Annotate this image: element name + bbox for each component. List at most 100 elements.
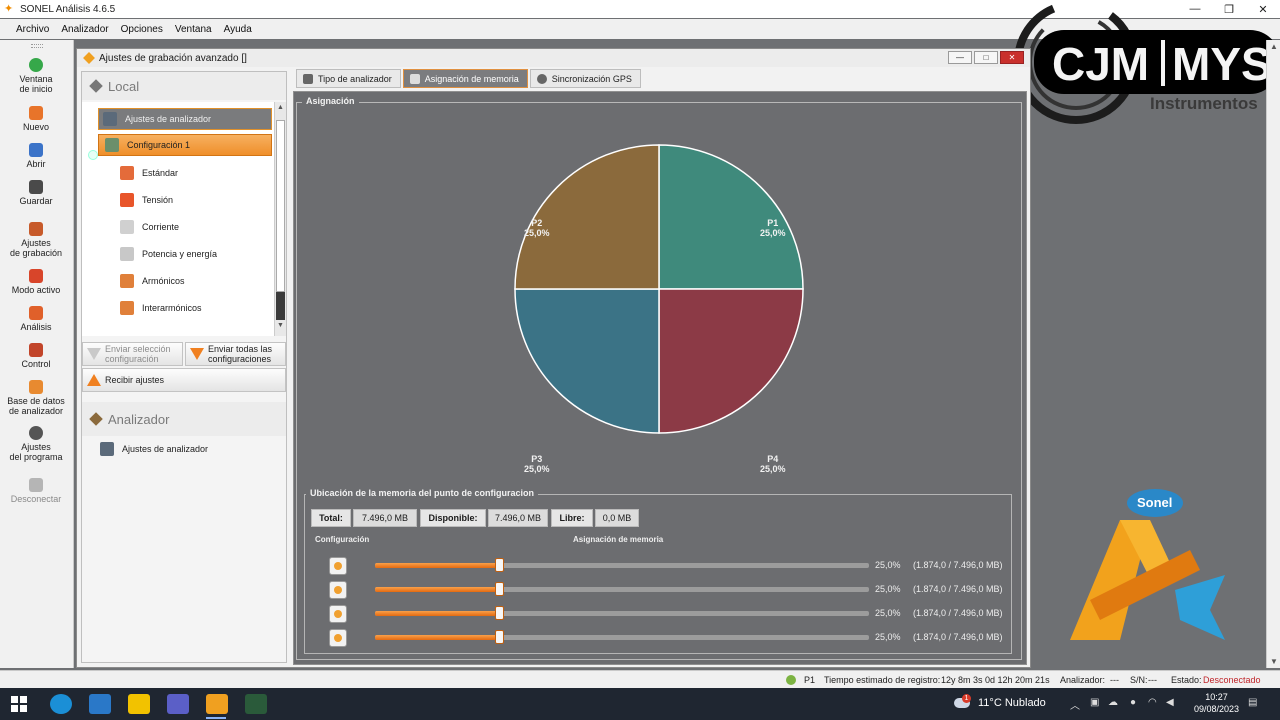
new-file-icon (29, 106, 43, 120)
scroll-down-icon[interactable]: ▼ (1270, 657, 1278, 666)
toolbar-label: de analizador (8, 406, 64, 416)
menu-archivo[interactable]: Archivo (16, 24, 49, 35)
pie-label-p1: P1 25,0% (760, 218, 786, 238)
tree-item-armonicos[interactable]: Armónicos (120, 270, 185, 292)
memory-slider[interactable] (375, 558, 869, 572)
tree-item-analyzer-settings[interactable]: Ajustes de analizador (98, 108, 272, 130)
toolbar-label: Modo activo (11, 285, 61, 295)
tray-device-icon[interactable]: ▣ (1090, 697, 1099, 708)
sonel-app-icon: ✦ (4, 3, 14, 15)
sonel-logo: Sonel (1127, 489, 1183, 517)
tree-item-tension[interactable]: Tensión (120, 189, 173, 211)
toolbar-analysis[interactable]: Análisis (4, 306, 68, 332)
toolbar-start-window[interactable]: Ventana de inicio (4, 58, 68, 94)
tree-item-interarmonicos[interactable]: Interarmónicos (120, 297, 202, 319)
terminal-icon[interactable] (245, 694, 267, 714)
child-minimize-button[interactable]: — (948, 51, 972, 64)
toolbar-control[interactable]: Control (4, 343, 68, 369)
toolbar-database[interactable]: Base de datos de analizador (4, 380, 68, 416)
toolbar-disconnect[interactable]: Desconectar (4, 478, 68, 504)
microphone-icon[interactable]: ● (1130, 697, 1136, 708)
memory-pie-chart (514, 144, 804, 434)
teams-icon[interactable] (167, 694, 189, 714)
taskbar-clock[interactable]: 10:27 09/08/2023 (1194, 691, 1239, 715)
active-app-indicator (206, 717, 226, 719)
tree-item-corriente[interactable]: Corriente (120, 216, 179, 238)
receive-arrow-icon (87, 374, 101, 386)
memory-slider[interactable] (375, 606, 869, 620)
volume-icon[interactable]: ◀ (1166, 697, 1174, 708)
toolbar-label: Base de datos (7, 396, 65, 406)
pie-slice-p4[interactable] (658, 288, 804, 434)
toolbar-active-mode[interactable]: Modo activo (4, 269, 68, 295)
child-close-button[interactable]: ✕ (1000, 51, 1024, 64)
logo-cjm-text: CJM (1052, 38, 1149, 90)
tree-expander-icon[interactable] (88, 150, 98, 160)
memory-row-percent: 25,0% (875, 560, 901, 570)
memory-row: 25,0% (1.874,0 / 7.496,0 MB) (305, 555, 1011, 577)
configuration-icon (105, 138, 119, 152)
weather-text[interactable]: 11°C Nublado (978, 697, 1046, 709)
wifi-icon[interactable]: ◠ (1148, 697, 1157, 708)
memory-slider-thumb[interactable] (494, 630, 504, 644)
tree-item-potencia[interactable]: Potencia y energía (120, 243, 217, 265)
config-tree: Ajustes de analizador Configuración 1 Es… (82, 102, 274, 336)
menu-opciones[interactable]: Opciones (121, 24, 163, 35)
child-maximize-button[interactable]: □ (974, 51, 998, 64)
mail-icon[interactable] (89, 694, 111, 714)
scroll-up-icon[interactable]: ▲ (276, 104, 285, 116)
sonel-taskbar-icon[interactable] (206, 694, 228, 714)
tab-analyzer-type[interactable]: Tipo de analizador (296, 69, 401, 88)
toolbar-program-settings[interactable]: Ajustes del programa (4, 426, 68, 462)
pie-slice-p3[interactable] (514, 288, 660, 434)
tree-item-configuration-1[interactable]: Configuración 1 (98, 134, 272, 156)
recording-settings-window: Ajustes de grabación avanzado [] — □ ✕ L… (76, 48, 1031, 668)
send-all-button[interactable]: Enviar todas las configuraciones (185, 342, 286, 366)
analyzer-section-header[interactable]: Analizador (82, 402, 286, 436)
tray-chevron-icon[interactable]: ︿ (1070, 697, 1080, 712)
pie-slice-p2[interactable] (514, 144, 660, 290)
scroll-thumb[interactable] (276, 120, 285, 292)
toolbar-open[interactable]: Abrir (4, 143, 68, 169)
power-energy-icon (120, 247, 134, 261)
toolbar-recording-settings[interactable]: Ajustes de grabación (4, 222, 68, 258)
edge-icon[interactable] (50, 694, 72, 714)
tree-scrollbar[interactable]: ▲ ▼ (274, 102, 286, 336)
tree-item-estandar[interactable]: Estándar (120, 162, 178, 184)
pie-slice-p1[interactable] (658, 144, 804, 290)
scroll-up-icon[interactable]: ▲ (1270, 42, 1278, 51)
toolbar-new[interactable]: Nuevo (4, 106, 68, 132)
config-column-header: Configuración (315, 535, 370, 544)
notifications-icon[interactable]: ▤ (1248, 697, 1257, 708)
button-label-line: Enviar todas las (208, 344, 273, 354)
send-selection-button[interactable]: Enviar selección configuración (82, 342, 183, 366)
menu-ventana[interactable]: Ventana (175, 24, 212, 35)
menu-ayuda[interactable]: Ayuda (224, 24, 252, 35)
receive-settings-button[interactable]: Recibir ajustes (82, 368, 286, 392)
save-icon (29, 180, 43, 194)
memory-slider-thumb[interactable] (494, 582, 504, 596)
workspace-scrollbar[interactable]: ▲ ▼ (1266, 40, 1280, 668)
config-tree-panel: Local Ajustes de analizador Configuració… (81, 71, 287, 663)
tab-gps-sync[interactable]: Sincronización GPS (529, 69, 641, 88)
scroll-down-icon[interactable]: ▼ (276, 322, 285, 334)
memory-slider[interactable] (375, 630, 869, 644)
analyzer-settings-icon (103, 112, 117, 126)
logo-divider (1161, 40, 1165, 86)
memory-slider-thumb[interactable] (494, 606, 504, 620)
toolbar-save[interactable]: Guardar (4, 180, 68, 206)
windows-start-icon[interactable] (10, 695, 28, 713)
toolbar-grip[interactable] (31, 44, 43, 48)
onedrive-icon[interactable]: ☁ (1108, 697, 1118, 708)
memory-slider-thumb[interactable] (494, 558, 504, 572)
memory-slider[interactable] (375, 582, 869, 596)
menu-analizador[interactable]: Analizador (61, 24, 108, 35)
local-section-header[interactable]: Local (82, 72, 286, 100)
settings-tabs: Tipo de analizador Asignación de memoria… (296, 69, 643, 89)
status-state-value: Desconectado (1203, 675, 1261, 685)
memory-location-group-label: Ubicación de la memoria del punto de con… (306, 488, 539, 498)
analyzer-settings-item[interactable]: Ajustes de analizador (100, 438, 208, 460)
file-explorer-icon[interactable] (128, 694, 150, 714)
toolbar-label: Ajustes (21, 238, 51, 248)
tab-memory-assignment[interactable]: Asignación de memoria (402, 69, 528, 88)
